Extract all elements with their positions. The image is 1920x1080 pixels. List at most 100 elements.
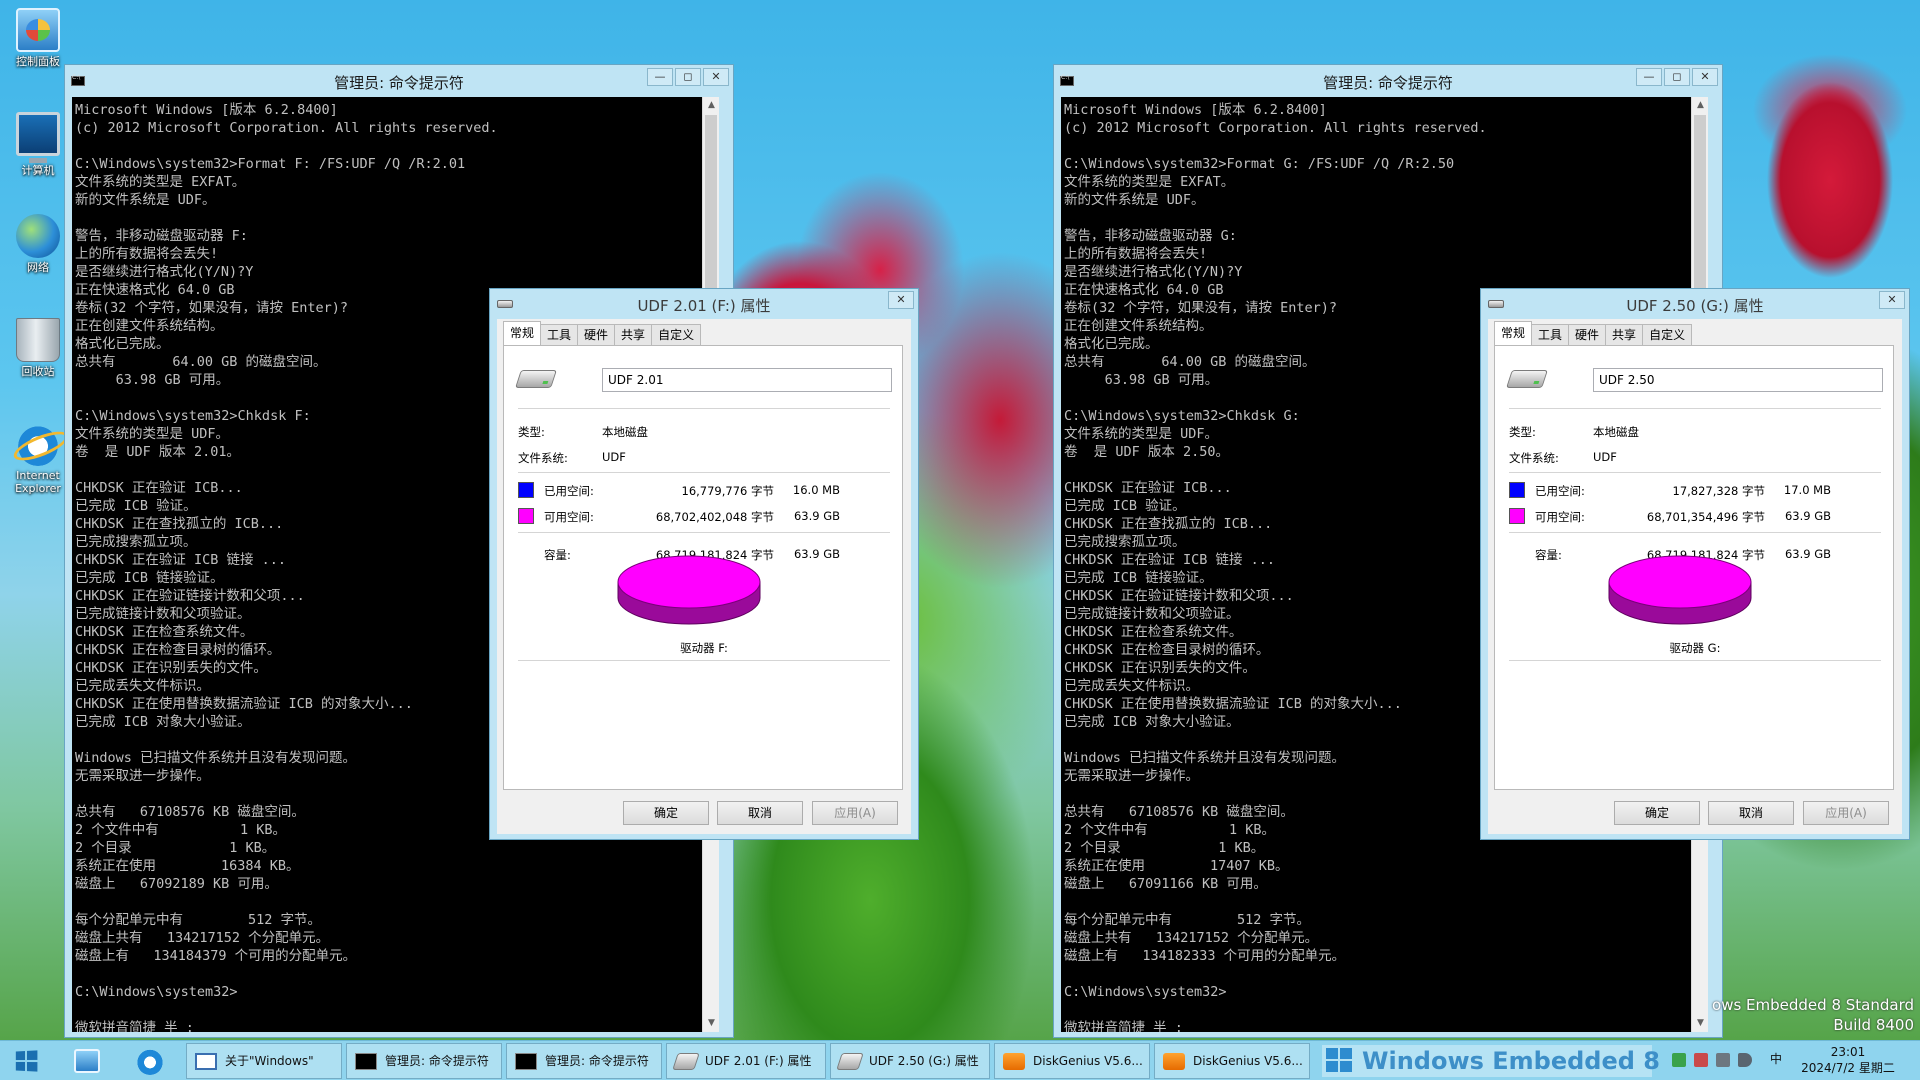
tab-hardware[interactable]: 硬件 bbox=[1568, 324, 1607, 345]
console-line: C:\Windows\system32>Format F: /FS:UDF /Q… bbox=[75, 156, 466, 172]
filesystem-value: UDF bbox=[1593, 450, 1617, 464]
console-line: 系统正在使用 16384 KB。 bbox=[75, 858, 300, 874]
computer-icon bbox=[16, 112, 60, 163]
maximize-button[interactable]: ◻ bbox=[1664, 68, 1690, 86]
close-button[interactable]: ✕ bbox=[1879, 291, 1905, 309]
close-button[interactable]: ✕ bbox=[888, 291, 914, 309]
close-button[interactable]: ✕ bbox=[703, 68, 729, 86]
free-space-swatch bbox=[518, 508, 534, 524]
desktop-icon-network[interactable]: 网络 bbox=[4, 214, 72, 274]
cancel-button[interactable]: 取消 bbox=[717, 801, 803, 825]
desktop-icon-computer[interactable]: 计算机 bbox=[4, 112, 72, 177]
separator bbox=[1509, 472, 1881, 473]
volume-name-input[interactable] bbox=[1593, 368, 1883, 392]
ok-button[interactable]: 确定 bbox=[1614, 801, 1700, 825]
desktop-icon-recycle-bin[interactable]: 回收站 bbox=[4, 318, 72, 378]
windows-logo-icon bbox=[15, 1050, 38, 1072]
scroll-up-icon[interactable]: ▲ bbox=[703, 97, 719, 114]
separator bbox=[518, 472, 890, 473]
general-tab-pane: 类型: 本地磁盘 文件系统: UDF 已用空间: 17,827,328 字节 1… bbox=[1494, 345, 1894, 790]
desktop-icon-label: 控制面板 bbox=[16, 55, 60, 68]
volume-name-input[interactable] bbox=[602, 368, 892, 392]
console-line: 上的所有数据将会丢失! bbox=[1064, 246, 1208, 262]
apply-button[interactable]: 应用(A) bbox=[1803, 801, 1889, 825]
free-space-bytes: 68,702,402,048 字节 bbox=[655, 510, 774, 524]
tab-sharing[interactable]: 共享 bbox=[1605, 324, 1644, 345]
quicklaunch-internet-explorer[interactable] bbox=[130, 1045, 170, 1077]
tab-sharing[interactable]: 共享 bbox=[614, 324, 653, 345]
desktop-icon-label: 回收站 bbox=[21, 365, 55, 378]
scroll-down-icon[interactable]: ▼ bbox=[703, 1015, 719, 1032]
disk-usage-pie bbox=[617, 555, 761, 625]
console-line: C:\Windows\system32> bbox=[75, 984, 238, 1000]
separator bbox=[518, 660, 890, 661]
taskbar-button-diskgenius-2[interactable]: DiskGenius V5.6... bbox=[1154, 1043, 1310, 1079]
free-space-label: 可用空间: bbox=[1535, 510, 1585, 524]
volume-icon[interactable] bbox=[1738, 1053, 1752, 1067]
tab-general[interactable]: 常规 bbox=[1494, 321, 1533, 345]
cmd-titlebar[interactable]: 管理员: 命令提示符 — ◻ ✕ bbox=[1054, 65, 1722, 97]
capacity-size: 63.9 GB bbox=[1784, 547, 1831, 561]
desktop-icon-internet-explorer[interactable]: Internet Explorer bbox=[4, 422, 72, 495]
scroll-up-icon[interactable]: ▲ bbox=[1692, 97, 1708, 114]
tab-customize[interactable]: 自定义 bbox=[651, 324, 702, 345]
start-button[interactable] bbox=[6, 1048, 46, 1074]
window-title: 管理员: 命令提示符 bbox=[1323, 74, 1453, 92]
console-line: 文件系统的类型是 EXFAT。 bbox=[1064, 174, 1235, 190]
tab-strip: 常规 工具 硬件 共享 自定义 bbox=[503, 321, 702, 345]
properties-dialog-g[interactable]: UDF 2.50 (G:) 属性 ✕ 常规 工具 硬件 共享 自定义 类型: 本… bbox=[1480, 288, 1910, 840]
desktop-icon-label: 网络 bbox=[27, 261, 49, 274]
taskbar-button-diskgenius-1[interactable]: DiskGenius V5.6... bbox=[994, 1043, 1150, 1079]
console-line: (c) 2012 Microsoft Corporation. All righ… bbox=[1064, 120, 1487, 136]
tray-app-icon[interactable] bbox=[1672, 1053, 1686, 1067]
taskbar-button-properties-f[interactable]: UDF 2.01 (F:) 属性 bbox=[666, 1043, 826, 1079]
tab-general[interactable]: 常规 bbox=[503, 321, 542, 345]
cancel-button[interactable]: 取消 bbox=[1708, 801, 1794, 825]
console-line: 上的所有数据将会丢失! bbox=[75, 246, 219, 262]
minimize-button[interactable]: — bbox=[1636, 68, 1662, 86]
taskbar-button-cmd-1[interactable]: 管理员: 命令提示符 bbox=[346, 1043, 502, 1079]
taskbar-button-label: 管理员: 命令提示符 bbox=[385, 1054, 489, 1068]
used-space-swatch bbox=[1509, 482, 1525, 498]
properties-dialog-f[interactable]: UDF 2.01 (F:) 属性 ✕ 常规 工具 硬件 共享 自定义 类型: 本… bbox=[489, 288, 919, 840]
maximize-button[interactable]: ◻ bbox=[675, 68, 701, 86]
console-line: 2 个目录 1 KB。 bbox=[1064, 840, 1265, 856]
tab-tools[interactable]: 工具 bbox=[1531, 324, 1570, 345]
dialog-title: UDF 2.50 (G:) 属性 bbox=[1626, 297, 1764, 315]
console-line: 微软拼音简捷 半 : bbox=[1064, 1020, 1183, 1032]
cmd-titlebar[interactable]: 管理员: 命令提示符 — ◻ ✕ bbox=[65, 65, 733, 97]
cmd-icon bbox=[355, 1053, 377, 1070]
quicklaunch-control-panel[interactable] bbox=[66, 1045, 106, 1077]
taskbar-button-cmd-2[interactable]: 管理员: 命令提示符 bbox=[506, 1043, 662, 1079]
apply-button[interactable]: 应用(A) bbox=[812, 801, 898, 825]
console-line: 磁盘上有 134182333 个可用的分配单元。 bbox=[1064, 948, 1346, 964]
scroll-down-icon[interactable]: ▼ bbox=[1692, 1015, 1708, 1032]
console-line: 是否继续进行格式化(Y/N)?Y bbox=[75, 264, 254, 280]
tab-customize[interactable]: 自定义 bbox=[1642, 324, 1693, 345]
close-button[interactable]: ✕ bbox=[1692, 68, 1718, 86]
desktop-icon-control-panel[interactable]: 控制面板 bbox=[4, 8, 72, 68]
scrollbar-thumb[interactable] bbox=[705, 115, 717, 305]
taskbar-button-label: UDF 2.50 (G:) 属性 bbox=[869, 1054, 979, 1068]
used-space-label: 已用空间: bbox=[1535, 484, 1585, 498]
clock[interactable]: 23:01 2024/7/2 星期二 bbox=[1780, 1044, 1916, 1076]
taskbar-button-properties-g[interactable]: UDF 2.50 (G:) 属性 bbox=[830, 1043, 990, 1079]
tab-tools[interactable]: 工具 bbox=[540, 324, 579, 345]
console-line: 微软拼音简捷 半 : bbox=[75, 1020, 194, 1032]
network-icon[interactable] bbox=[1716, 1053, 1730, 1067]
used-space-bytes: 17,827,328 字节 bbox=[1672, 484, 1766, 498]
tray-security-icon[interactable] bbox=[1694, 1053, 1708, 1067]
type-value: 本地磁盘 bbox=[1593, 425, 1639, 439]
ok-button[interactable]: 确定 bbox=[623, 801, 709, 825]
drive-label: 驱动器 F: bbox=[680, 641, 728, 655]
tab-hardware[interactable]: 硬件 bbox=[577, 324, 616, 345]
separator bbox=[518, 408, 890, 409]
scrollbar-thumb[interactable] bbox=[1694, 115, 1706, 305]
control-panel-icon bbox=[74, 1049, 100, 1073]
taskbar-button-about-windows[interactable]: 关于"Windows" bbox=[186, 1043, 342, 1079]
minimize-button[interactable]: — bbox=[647, 68, 673, 86]
